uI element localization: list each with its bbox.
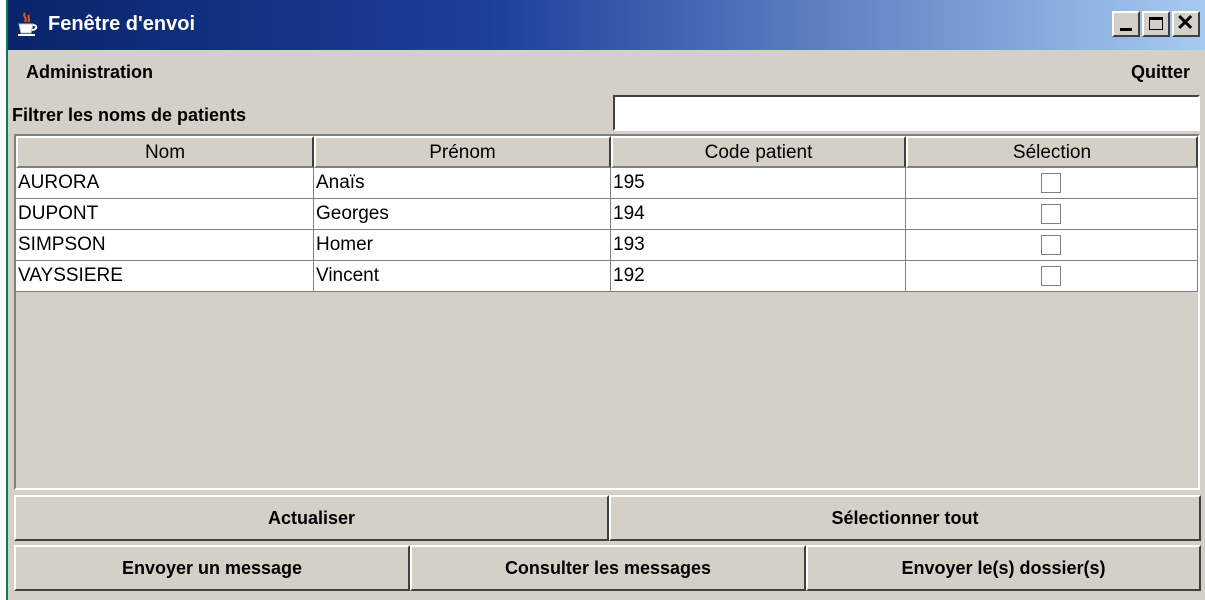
close-icon: ✕ — [1176, 10, 1195, 35]
cell-code-patient[interactable]: 193 — [611, 230, 906, 261]
cell-selection — [906, 230, 1198, 261]
cell-nom[interactable]: AURORA — [16, 168, 314, 199]
column-header-selection[interactable]: Sélection — [906, 136, 1198, 168]
menu-quit[interactable]: Quitter — [1131, 62, 1190, 83]
select-all-button[interactable]: Sélectionner tout — [609, 495, 1201, 541]
column-header-prenom[interactable]: Prénom — [314, 136, 611, 168]
cell-code-patient[interactable]: 194 — [611, 199, 906, 230]
maximize-icon — [1149, 17, 1163, 30]
table-row[interactable]: DUPONT Georges 194 — [16, 199, 1198, 230]
read-messages-button[interactable]: Consulter les messages — [410, 545, 806, 591]
title-bar[interactable]: Fenêtre d'envoi ✕ — [8, 0, 1205, 50]
cell-selection — [906, 199, 1198, 230]
send-window: Fenêtre d'envoi ✕ Administration Quitter… — [8, 0, 1205, 600]
cell-prenom[interactable]: Vincent — [314, 261, 611, 292]
minimize-icon — [1120, 28, 1132, 31]
cell-code-patient[interactable]: 195 — [611, 168, 906, 199]
cell-selection — [906, 261, 1198, 292]
java-coffee-cup-icon — [18, 12, 38, 36]
cell-nom[interactable]: VAYSSIERE — [16, 261, 314, 292]
table-row[interactable]: SIMPSON Homer 193 — [16, 230, 1198, 261]
maximize-button[interactable] — [1142, 11, 1170, 37]
table-header: Nom Prénom Code patient Sélection — [16, 136, 1198, 168]
cell-selection — [906, 168, 1198, 199]
table-row[interactable]: AURORA Anaïs 195 — [16, 168, 1198, 199]
cell-prenom[interactable]: Georges — [314, 199, 611, 230]
table-row[interactable]: VAYSSIERE Vincent 192 — [16, 261, 1198, 292]
refresh-button[interactable]: Actualiser — [14, 495, 609, 541]
window-title: Fenêtre d'envoi — [48, 13, 196, 35]
filter-label: Filtrer les noms de patients — [12, 105, 247, 125]
cell-prenom[interactable]: Homer — [314, 230, 611, 261]
cell-code-patient[interactable]: 192 — [611, 261, 906, 292]
patient-filter-input[interactable] — [613, 95, 1200, 131]
send-message-button[interactable]: Envoyer un message — [14, 545, 410, 591]
window-left-edge — [0, 0, 8, 600]
column-header-nom[interactable]: Nom — [16, 136, 314, 168]
menu-administration[interactable]: Administration — [26, 62, 153, 83]
patients-table: Nom Prénom Code patient Sélection AURORA… — [14, 134, 1200, 490]
selection-checkbox[interactable] — [1041, 173, 1061, 193]
table-body: AURORA Anaïs 195 DUPONT Georges 194 SIMP… — [16, 168, 1198, 292]
close-button[interactable]: ✕ — [1172, 10, 1200, 37]
selection-checkbox[interactable] — [1041, 266, 1061, 286]
column-header-code-patient[interactable]: Code patient — [611, 136, 906, 168]
cell-nom[interactable]: DUPONT — [16, 199, 314, 230]
cell-prenom[interactable]: Anaïs — [314, 168, 611, 199]
menu-bar: Administration Quitter — [8, 50, 1205, 90]
cell-nom[interactable]: SIMPSON — [16, 230, 314, 261]
minimize-button[interactable] — [1112, 11, 1140, 37]
send-files-button[interactable]: Envoyer le(s) dossier(s) — [806, 545, 1201, 591]
selection-checkbox[interactable] — [1041, 204, 1061, 224]
selection-checkbox[interactable] — [1041, 235, 1061, 255]
